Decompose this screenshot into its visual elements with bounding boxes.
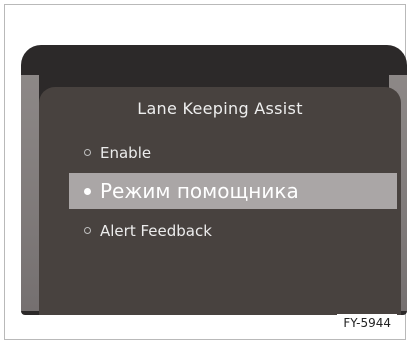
- display-screen: Lane Keeping Assist Enable Режим помощни…: [39, 87, 401, 315]
- display-bezel: Lane Keeping Assist Enable Режим помощни…: [21, 45, 407, 315]
- screen-title: Lane Keeping Assist: [137, 99, 303, 118]
- radio-dot-icon: [84, 188, 91, 195]
- bezel-left-panel: [21, 75, 39, 311]
- menu-item-label: Режим помощника: [100, 179, 299, 203]
- menu-item-label: Alert Feedback: [100, 222, 212, 240]
- figure-code: FY-5944: [337, 314, 397, 332]
- menu-item-enable[interactable]: Enable: [84, 139, 151, 167]
- figure-frame: Lane Keeping Assist Enable Режим помощни…: [4, 4, 407, 340]
- menu-item-label: Enable: [100, 144, 152, 162]
- radio-dot-icon: [84, 227, 91, 234]
- radio-dot-icon: [84, 149, 91, 156]
- menu-item-assist-mode[interactable]: Режим помощника: [69, 173, 397, 209]
- menu-item-alert-feedback[interactable]: Alert Feedback: [84, 217, 212, 245]
